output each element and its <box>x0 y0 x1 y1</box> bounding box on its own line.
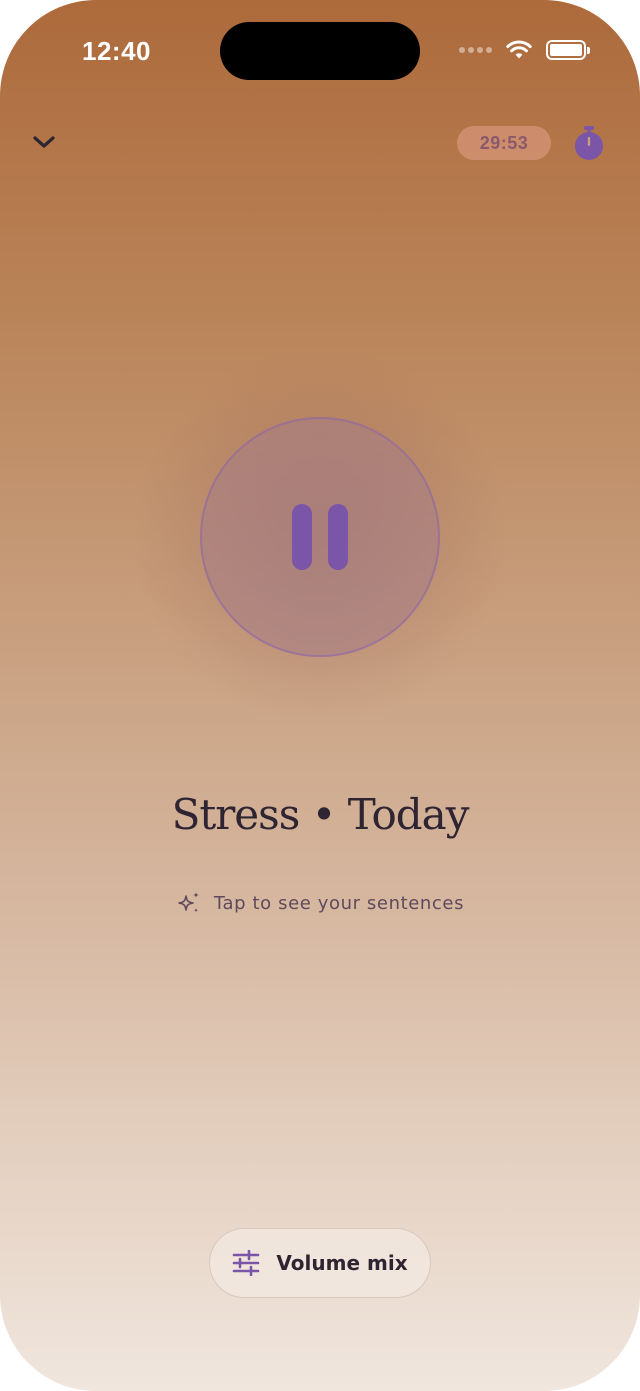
sleep-timer-button[interactable] <box>570 124 608 162</box>
battery-icon <box>546 40 590 60</box>
volume-mix-label: Volume mix <box>276 1251 408 1275</box>
phone-screen: 12:40 29:53 Stress • Today Tap to see yo… <box>0 0 640 1391</box>
dynamic-island <box>220 22 420 80</box>
pause-button[interactable] <box>200 417 440 657</box>
cellular-signal-icon <box>459 47 492 53</box>
hint-text: Tap to see your sentences <box>213 892 465 914</box>
collapse-button[interactable] <box>26 124 62 160</box>
volume-mix-button[interactable]: Volume mix <box>209 1228 431 1298</box>
wifi-icon <box>506 40 532 59</box>
sentences-hint[interactable]: Tap to see your sentences <box>0 890 640 916</box>
chevron-down-icon <box>33 136 55 148</box>
track-title: Stress • Today <box>171 790 470 839</box>
sliders-icon <box>233 1250 260 1276</box>
status-indicators <box>459 40 590 60</box>
status-time: 12:40 <box>82 36 151 66</box>
sparkles-icon <box>178 892 199 913</box>
timer-remaining-badge[interactable]: 29:53 <box>457 126 551 160</box>
pause-icon-right-bar <box>328 504 348 570</box>
pause-icon-left-bar <box>292 504 312 570</box>
stopwatch-icon <box>575 126 603 160</box>
